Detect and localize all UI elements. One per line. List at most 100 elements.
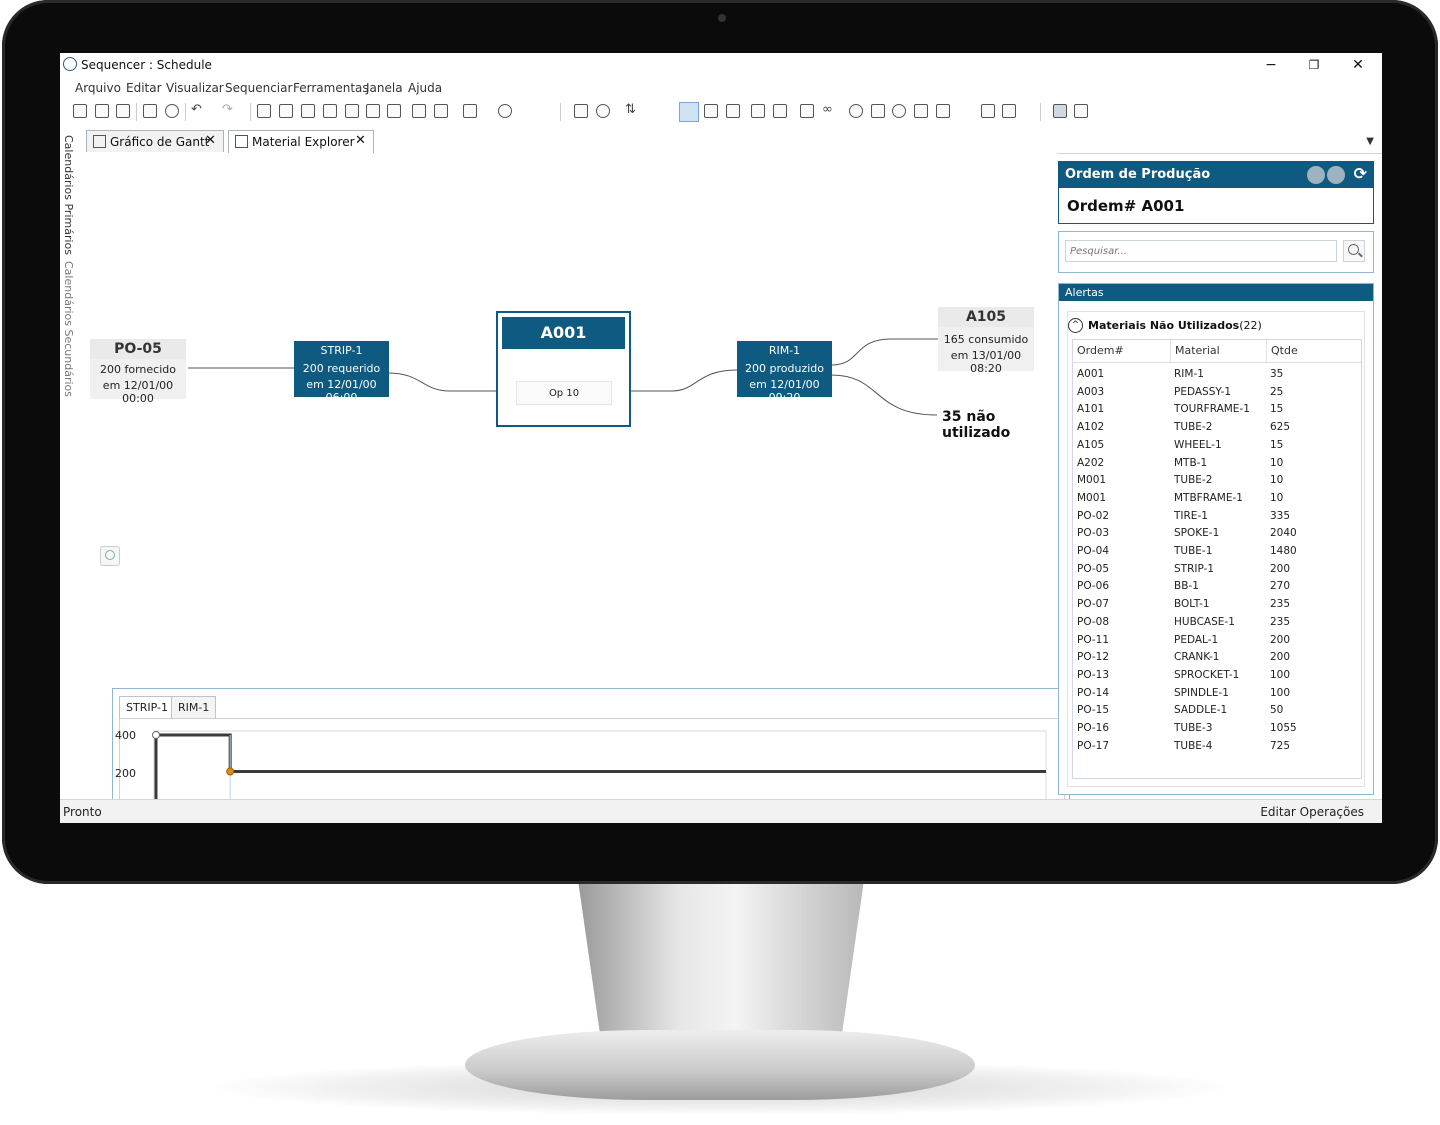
table-row[interactable]: PO-12 CRANK-1 200: [1073, 649, 1361, 667]
close-tab-icon[interactable]: ✕: [355, 133, 366, 148]
table-row[interactable]: A202 MTB-1 10: [1073, 455, 1361, 473]
output-material-node[interactable]: RIM-1 200 produzido em 12/01/00 09:20: [737, 341, 832, 404]
redo-icon[interactable]: ↷: [222, 102, 233, 117]
capacity-view-icon[interactable]: [345, 104, 359, 118]
consumer-node[interactable]: A105 165 consumido em 13/01/00 08:20: [938, 307, 1034, 375]
order-node-title: A001: [502, 317, 625, 349]
sequence-icon[interactable]: [574, 104, 588, 118]
copy-icon[interactable]: [800, 104, 814, 118]
column-header-qty[interactable]: Qtde: [1267, 340, 1361, 362]
tools-icon[interactable]: [463, 104, 477, 118]
table-row[interactable]: A003 PEDASSY-1 25: [1073, 384, 1361, 402]
table-row[interactable]: PO-08 HUBCASE-1 235: [1073, 614, 1361, 632]
chart-view-icon[interactable]: [323, 104, 337, 118]
edit-operations-status[interactable]: Editar Operações: [1260, 805, 1364, 819]
column-header-order[interactable]: Ordem#: [1073, 340, 1171, 362]
table-row[interactable]: A101 TOURFRAME-1 15: [1073, 401, 1361, 419]
export-icon[interactable]: [95, 104, 109, 118]
material-cell: SPROCKET-1: [1174, 668, 1240, 681]
save-icon[interactable]: [116, 104, 130, 118]
search-icon[interactable]: [1343, 240, 1365, 262]
previous-icon[interactable]: [1307, 166, 1325, 184]
table-icon[interactable]: [1053, 104, 1067, 118]
attach-icon[interactable]: [773, 104, 787, 118]
validate-icon[interactable]: [849, 104, 863, 118]
window-split-icon[interactable]: [1002, 104, 1016, 118]
zoom-icon[interactable]: [100, 546, 120, 566]
table-row[interactable]: PO-14 SPINDLE-1 100: [1073, 685, 1361, 703]
grid-view-icon[interactable]: [279, 104, 293, 118]
export-data-icon[interactable]: [914, 104, 928, 118]
table-row[interactable]: M001 MTBFRAME-1 10: [1073, 490, 1361, 508]
schedule-view-icon[interactable]: [412, 104, 426, 118]
close-window-button[interactable]: ✕: [1343, 55, 1373, 75]
collapse-icon[interactable]: ^: [1068, 318, 1083, 333]
menu-visualizar[interactable]: Visualizar: [166, 81, 224, 95]
tab-gantt-chart[interactable]: Gráfico de Gantt ✕: [86, 130, 224, 152]
report-view-icon[interactable]: [366, 104, 380, 118]
supply-node[interactable]: PO-05 200 fornecido em 12/01/00 00:00: [90, 339, 186, 405]
table-row[interactable]: PO-04 TUBE-1 1480: [1073, 543, 1361, 561]
tab-material-explorer[interactable]: Material Explorer ✕: [228, 130, 374, 154]
window-layout-icon[interactable]: [981, 104, 995, 118]
column-header-material[interactable]: Material: [1171, 340, 1267, 362]
menu-ajuda[interactable]: Ajuda: [408, 81, 442, 95]
material-view-icon[interactable]: [387, 104, 401, 118]
menu-arquivo[interactable]: Arquivo: [75, 81, 121, 95]
table-row[interactable]: PO-07 BOLT-1 235: [1073, 596, 1361, 614]
open-icon[interactable]: [73, 104, 87, 118]
search-input[interactable]: [1065, 240, 1337, 262]
help-icon[interactable]: [498, 104, 512, 118]
print-icon[interactable]: [143, 104, 157, 118]
table-row[interactable]: A105 WHEEL-1 15: [1073, 437, 1361, 455]
globe-icon[interactable]: [892, 104, 906, 118]
refresh-icon[interactable]: ⟳: [1354, 164, 1367, 183]
maximize-button[interactable]: ❐: [1299, 55, 1329, 75]
list-icon[interactable]: [871, 104, 885, 118]
table-row[interactable]: PO-13 SPROCKET-1 100: [1073, 667, 1361, 685]
table-row[interactable]: M001 TUBE-2 10: [1073, 472, 1361, 490]
key-icon[interactable]: [751, 104, 765, 118]
table-row[interactable]: PO-16 TUBE-3 1055: [1073, 720, 1361, 738]
table-options-icon[interactable]: [1074, 104, 1088, 118]
chart-tab-rim[interactable]: RIM-1: [171, 696, 217, 718]
check-icon[interactable]: [165, 104, 179, 118]
table-row[interactable]: PO-05 STRIP-1 200: [1073, 561, 1361, 579]
table-row[interactable]: PO-02 TIRE-1 335: [1073, 508, 1361, 526]
menu-sequenciar[interactable]: Sequenciar: [225, 81, 292, 95]
minimize-button[interactable]: −: [1256, 55, 1286, 75]
filter-icon[interactable]: [726, 104, 740, 118]
order-node[interactable]: A001 Op 10: [496, 311, 631, 427]
table-row[interactable]: PO-03 SPOKE-1 2040: [1073, 525, 1361, 543]
toggle-selected-icon[interactable]: [679, 102, 699, 122]
undo-icon[interactable]: ↶: [191, 102, 202, 117]
close-tab-icon[interactable]: ✕: [205, 133, 216, 148]
operation-label[interactable]: Op 10: [516, 381, 612, 405]
compare-view-icon[interactable]: [434, 104, 448, 118]
sort-icon[interactable]: ⇅: [625, 102, 636, 117]
table-row[interactable]: PO-17 TUBE-4 725: [1073, 738, 1361, 756]
next-icon[interactable]: [1327, 166, 1345, 184]
play-icon[interactable]: [596, 104, 610, 118]
side-tab-secondary-calendars[interactable]: Calendários Secundários: [62, 261, 75, 397]
alerts-panel: Alertas ^ Materiais Não Utilizados(22) O…: [1058, 283, 1374, 795]
menu-janela[interactable]: Janela: [366, 81, 403, 95]
link-icon[interactable]: [704, 104, 718, 118]
qty-cell: 235: [1270, 598, 1291, 611]
chart-tab-strip[interactable]: STRIP-1: [119, 696, 175, 718]
infinity-icon[interactable]: ∞: [822, 102, 833, 117]
menu-ferramentas[interactable]: Ferramentas: [293, 81, 369, 95]
side-tab-primary-calendars[interactable]: Calendários Primários: [62, 135, 75, 255]
input-material-node[interactable]: STRIP-1 200 requerido em 12/01/00 06:00: [294, 341, 389, 404]
tab-list-dropdown-icon[interactable]: ▼: [1366, 136, 1374, 147]
table-row[interactable]: PO-15 SADDLE-1 50: [1073, 702, 1361, 720]
table-row[interactable]: PO-06 BB-1 270: [1073, 578, 1361, 596]
table-row[interactable]: A102 TUBE-2 625: [1073, 419, 1361, 437]
menu-editar[interactable]: Editar: [126, 81, 162, 95]
table-row[interactable]: PO-11 PEDAL-1 200: [1073, 632, 1361, 650]
bar-chart-icon[interactable]: [936, 104, 950, 118]
table-row[interactable]: A001 RIM-1 35: [1073, 366, 1361, 384]
gantt-view-icon[interactable]: [257, 104, 271, 118]
order-cell: PO-17: [1077, 739, 1110, 752]
calendar-view-icon[interactable]: [301, 104, 315, 118]
